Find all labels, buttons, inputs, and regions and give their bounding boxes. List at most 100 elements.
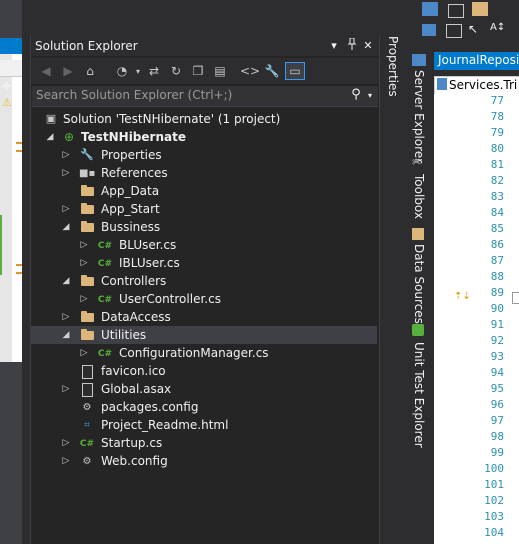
unit-test-explorer-tab[interactable]: Unit Test Explorer [412,342,426,448]
line-number: 84 [490,206,504,219]
server-icon[interactable] [412,54,426,66]
properties-side-tab[interactable]: Properties [382,36,406,544]
tree-item[interactable]: ▷ ■▪ References [31,164,377,182]
font-size-icon[interactable]: A↕ [490,22,514,36]
tree-item-label: Global.asax [101,382,172,396]
class-icon [437,78,447,90]
pointer-icon[interactable]: ↖ [468,22,482,36]
toolbar-icon[interactable] [422,24,436,36]
tree-item-label: DataAccess [101,310,171,324]
code-editor[interactable]: 77 78 79 80 81 82 83 84 85 86 87 88 89 90 91 92 93 94 95 96… [434,94,519,544]
tree-item[interactable]: App_Data [31,182,377,200]
sync-icon[interactable]: ⇄ [145,62,163,80]
forward-icon[interactable]: ▶ [59,62,77,80]
search-options-dropdown-icon[interactable]: ▾ [368,91,376,100]
expand-arrow-icon[interactable]: ▷ [61,380,71,398]
tree-item[interactable]: ▷ App_Start [31,200,377,218]
preview-icon[interactable]: ▭ [285,62,305,80]
tree-item-label: BLUser.cs [119,238,177,252]
tree-item-label: App_Start [101,202,160,216]
tree-item[interactable]: ▷ C# UserController.cs [31,290,377,308]
tree-item-label: packages.config [101,400,199,414]
tree-item[interactable]: ◢ Utilities [31,326,377,344]
expand-arrow-icon[interactable]: ▷ [61,146,71,164]
toolbox-tab[interactable]: Toolbox [412,174,426,219]
line-number: 94 [490,366,504,379]
override-glyph-icon[interactable]: ⇡⇣ [454,291,471,303]
tree-item-label: App_Data [101,184,160,198]
solution-explorer-panel: Solution Explorer ▾ ✕ ◀ ▶ ⌂ ◔ ▾ ⇄ ↻ ❐ ▤ … [30,36,380,544]
left-change-marker [16,264,22,266]
line-number: 88 [490,270,504,283]
line-number: 83 [490,190,504,203]
pin-icon[interactable] [345,37,359,54]
search-icon[interactable]: ⚲ [348,87,364,105]
collapse-arrow-icon[interactable]: ◢ [61,326,71,344]
search-input[interactable] [36,87,336,103]
left-editor-tab[interactable] [0,38,22,54]
data-sources-tab[interactable]: Data Sources [412,244,426,324]
line-number: 101 [484,478,504,491]
collapse-all-icon[interactable]: ❐ [189,62,207,80]
tree-item[interactable]: ⚙ packages.config [31,398,377,416]
tree-item[interactable]: ▷ C# IBLUser.cs [31,254,377,272]
tree-item[interactable]: ▷ ⚙ Web.config [31,452,377,470]
editor-document-tab[interactable]: JournalReposito [434,52,519,70]
home-icon[interactable]: ⌂ [81,62,99,80]
folder-icon [79,272,95,290]
tree-item[interactable]: ▷ 🔧 Properties [31,146,377,164]
close-icon[interactable]: ✕ [361,38,375,54]
tree-item[interactable]: ▷ Global.asax [31,380,377,398]
toolbar-icon[interactable] [422,2,438,16]
show-all-files-icon[interactable]: ▤ [211,62,229,80]
tree-item[interactable]: ◢ Bussiness [31,218,377,236]
tree-item[interactable]: ▷ DataAccess [31,308,377,326]
unit-test-icon[interactable] [412,324,424,336]
properties-icon[interactable]: 🔧 [263,62,281,80]
left-editor-dropdown[interactable] [0,60,22,77]
warning-icon: ⚠ [2,96,12,109]
left-add-icon[interactable]: ✚ [2,80,16,93]
data-sources-icon[interactable] [412,228,424,240]
editor-navigation-bar[interactable]: Services.Tri [434,76,519,96]
expand-arrow-icon[interactable]: ▷ [79,254,89,272]
expand-arrow-icon[interactable]: ▷ [79,290,89,308]
tree-item-label: IBLUser.cs [119,256,180,270]
expand-arrow-icon[interactable]: ▷ [79,344,89,362]
collapse-arrow-icon[interactable]: ◢ [61,272,71,290]
expand-arrow-icon[interactable]: ▷ [61,452,71,470]
toolbox-icon[interactable]: ✂ [412,156,426,169]
line-number: 82 [490,174,504,187]
solution-explorer-toolbar: ◀ ▶ ⌂ ◔ ▾ ⇄ ↻ ❐ ▤ <> 🔧 ▭ [31,58,379,84]
toolbar-icon[interactable] [472,2,488,16]
toolbar-icon[interactable] [446,24,462,38]
line-number: 93 [490,350,504,363]
tree-item[interactable]: ◢ ⊕ TestNHibernate [31,128,377,146]
server-explorer-tab[interactable]: Server Explorer [412,70,426,163]
window-position-dropdown-icon[interactable]: ▾ [327,38,341,54]
html-file-icon: ⌗ [84,420,90,431]
collapse-arrow-icon[interactable]: ◢ [45,128,55,146]
toolbar-icon[interactable] [448,4,464,18]
tree-item[interactable]: ⌗ Project_Readme.html [31,416,377,434]
expand-arrow-icon[interactable]: ▷ [61,164,71,182]
tree-item[interactable]: ▷ C# BLUser.cs [31,236,377,254]
nav-bar-label: Services.Tri [449,78,518,92]
expand-arrow-icon[interactable]: ▷ [79,236,89,254]
file-icon [79,380,95,398]
expand-arrow-icon[interactable]: ▷ [61,200,71,218]
line-number: 92 [490,334,504,347]
tree-item[interactable]: ▷ C# Startup.cs [31,434,377,452]
tree-item[interactable]: ◢ Controllers [31,272,377,290]
back-icon[interactable]: ◀ [37,62,55,80]
collapse-region-icon[interactable] [512,292,519,304]
line-number: 77 [490,94,504,107]
tree-item[interactable]: ▷ C# ConfigurationManager.cs [31,344,377,362]
expand-arrow-icon[interactable]: ▷ [61,308,71,326]
refresh-icon[interactable]: ↻ [167,62,185,80]
expand-arrow-icon[interactable]: ▷ [61,434,71,452]
view-code-icon[interactable]: <> [240,62,260,80]
tree-item[interactable]: ▣ Solution 'TestNHibernate' (1 project) [31,110,377,128]
tree-item[interactable]: favicon.ico [31,362,377,380]
collapse-arrow-icon[interactable]: ◢ [61,218,71,236]
